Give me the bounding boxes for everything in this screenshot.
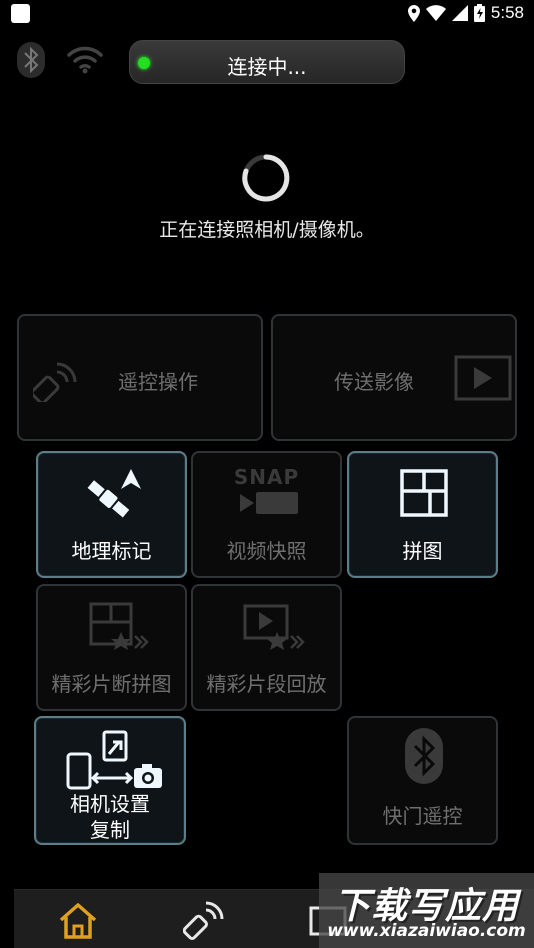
collage-tile[interactable]: 拼图 [347,451,498,578]
video-snapshot-label: 视频快照 [226,539,307,563]
geotagging-label: 地理标记 [71,539,152,563]
cell-signal-icon [451,5,468,21]
copy-camera-settings-tile[interactable]: 相机设置 复制 [34,716,186,845]
connecting-message: 正在连接照相机/摄像机。 [159,219,375,241]
watermark-url: www.xiazaiwiao.com [327,921,526,941]
video-snapshot-tile[interactable]: SNAP 视频快照 [191,451,342,578]
remote-operation-tile[interactable]: 遥控操作 [17,314,263,441]
status-bar: 5:58 [0,0,534,28]
connection-status-text: 连接中... [227,55,307,79]
remote-operation-label: 遥控操作 [118,370,198,394]
loading-spinner-icon [242,154,290,202]
satellite-icon [87,469,141,518]
highlight-playback-label: 精彩片段回放 [206,672,327,696]
highlight-playback-icon [243,604,305,650]
battery-icon [473,4,485,22]
collage-label: 拼图 [402,539,443,563]
collage-icon [400,469,448,517]
video-camera-icon [240,492,298,514]
highlight-collage-icon [89,602,149,650]
wifi-signal-icon [425,5,446,21]
highlight-playback-tile[interactable]: 精彩片段回放 [191,584,342,711]
highlight-collage-label: 精彩片断拼图 [51,672,172,696]
bluetooth-shutter-icon [405,728,443,784]
connection-status-pill[interactable]: 连接中... [129,40,405,84]
watermark: 下载写应用 www.xiazaiwiao.com [319,873,534,948]
wifi-icon [67,46,103,74]
clock: 5:58 [490,3,524,22]
shutter-remote-label: 快门遥控 [382,804,463,828]
playback-screen-icon [454,355,512,401]
home-icon[interactable] [57,900,99,940]
location-icon [407,4,420,22]
transfer-images-tile[interactable]: 传送影像 [271,314,517,441]
snap-icon-text: SNAP [233,465,300,489]
copy-settings-label-line2: 复制 [90,818,130,842]
copy-settings-icon [66,730,162,790]
remote-nav-icon[interactable] [183,900,225,940]
notification-icon [11,4,30,23]
copy-settings-label-line1: 相机设置 [70,792,150,816]
shutter-remote-tile[interactable]: 快门遥控 [347,716,498,845]
highlight-collage-tile[interactable]: 精彩片断拼图 [36,584,187,711]
geotagging-tile[interactable]: 地理标记 [36,451,187,578]
bluetooth-icon [17,42,45,78]
status-icons: 5:58 [407,3,524,23]
